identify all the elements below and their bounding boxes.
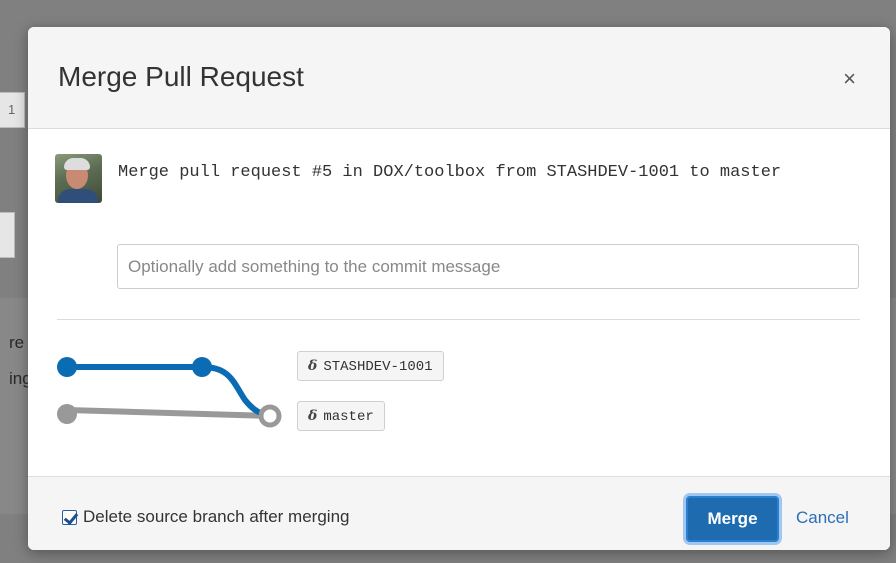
dialog-header: Merge Pull Request × <box>28 27 890 129</box>
delete-branch-checkbox[interactable] <box>62 509 77 525</box>
delete-branch-option[interactable]: Delete source branch after merging <box>62 507 349 527</box>
merge-button[interactable]: Merge <box>686 496 779 542</box>
source-branch-name: STASHDEV-1001 <box>323 359 433 375</box>
branch-graph <box>57 357 282 428</box>
cancel-link[interactable]: Cancel <box>796 508 849 528</box>
dialog-title: Merge Pull Request <box>58 61 304 92</box>
target-branch-line <box>66 407 271 419</box>
merge-node <box>258 404 282 428</box>
divider <box>57 319 860 320</box>
delete-branch-label: Delete source branch after merging <box>83 507 350 526</box>
target-branch-badge: ẟ master <box>297 401 385 431</box>
dialog-footer: Delete source branch after merging Merge… <box>28 476 890 550</box>
close-icon[interactable]: × <box>843 68 856 90</box>
commit-message: Merge pull request #5 in DOX/toolbox fro… <box>118 163 782 182</box>
source-head-node <box>192 357 212 377</box>
avatar <box>55 154 102 203</box>
branch-icon: ẟ <box>308 408 318 424</box>
branch-icon: ẟ <box>308 358 318 374</box>
target-start-node <box>57 404 77 424</box>
background-field: 1 <box>0 92 25 128</box>
source-branch-badge: ẟ STASHDEV-1001 <box>297 351 444 381</box>
merge-dialog: Merge Pull Request × Merge pull request … <box>28 27 890 550</box>
commit-message-input[interactable] <box>117 244 859 289</box>
target-branch-name: master <box>323 409 374 425</box>
background-field <box>0 212 15 258</box>
background-text: re <box>9 333 25 352</box>
source-start-node <box>57 357 77 377</box>
